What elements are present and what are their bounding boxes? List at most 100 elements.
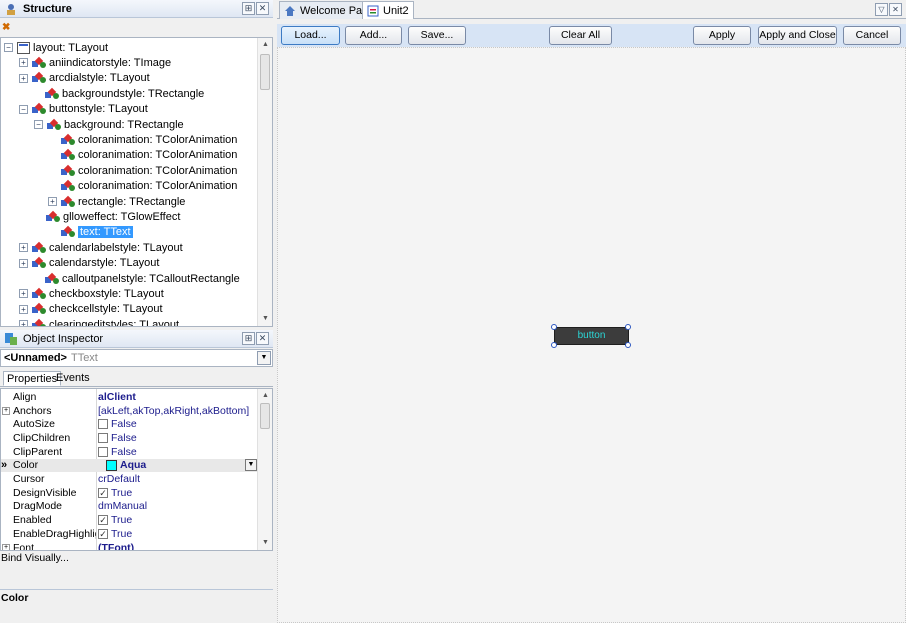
property-value[interactable]: False	[98, 432, 137, 444]
tree-item[interactable]: coloranimation: TColorAnimation	[48, 179, 237, 194]
object-selector[interactable]: <Unnamed> TText ▼	[0, 349, 273, 367]
tree-item[interactable]: backgroundstyle: TRectangle	[32, 86, 204, 101]
property-row[interactable]: EnableDragHighlight✓True	[1, 527, 258, 541]
tree-item[interactable]: coloranimation: TColorAnimation	[48, 163, 237, 178]
tree-item[interactable]: − background: TRectangle	[34, 117, 184, 132]
tree-item[interactable]: + calendarstyle: TLayout	[19, 256, 159, 271]
property-row[interactable]: AutoSize False	[1, 417, 258, 431]
clear-all-button[interactable]: Clear All	[549, 26, 612, 45]
expand-icon[interactable]: +	[19, 58, 28, 68]
property-row[interactable]: ClipParent False	[1, 445, 258, 459]
property-row[interactable]: » Color Aqua ▼	[1, 458, 258, 473]
load-button[interactable]: Load...	[281, 26, 340, 45]
property-value[interactable]: ✓ True	[98, 514, 132, 526]
property-value[interactable]: (TFont)	[98, 542, 134, 550]
pin-icon[interactable]: ⊞	[242, 2, 255, 15]
chevron-down-icon[interactable]: ▼	[257, 351, 271, 365]
tree-item[interactable]: + clearingeditstyles: TLayout	[19, 317, 179, 326]
property-row[interactable]: DesignVisible ✓ True	[1, 486, 258, 500]
tree-scrollbar[interactable]: ▲ ▼	[257, 38, 272, 326]
expand-icon[interactable]: +	[19, 243, 28, 253]
property-value[interactable]: Aqua	[98, 459, 146, 471]
tree-item[interactable]: + rectangle: TRectangle	[48, 194, 185, 209]
resize-handle-top-left[interactable]	[551, 324, 557, 330]
scroll-up-icon[interactable]: ▲	[258, 389, 272, 403]
scroll-up-icon[interactable]: ▲	[258, 38, 272, 52]
checkbox[interactable]	[98, 419, 108, 430]
property-row[interactable]: Cursor crDefault	[1, 472, 258, 486]
structure-tree[interactable]: − layout: TLayout + aniindicatorstyle: TIma…	[0, 37, 273, 327]
close-icon[interactable]: ✕	[256, 332, 269, 345]
tree-item[interactable]: text: TText	[48, 225, 133, 240]
property-value[interactable]: dmManual	[98, 500, 147, 512]
tree-item[interactable]: + aniindicatorstyle: TImage	[19, 55, 171, 70]
property-value[interactable]: alClient	[98, 391, 136, 403]
tree-item[interactable]: − layout: TLayout	[4, 40, 108, 55]
checkbox[interactable]	[98, 432, 108, 443]
property-row[interactable]: + Font (TFont)	[1, 541, 258, 550]
collapse-icon[interactable]: −	[19, 104, 28, 114]
expand-icon[interactable]: +	[2, 406, 10, 415]
add-button[interactable]: Add...	[345, 26, 402, 45]
grid-scrollbar[interactable]: ▲ ▼	[257, 389, 272, 550]
checkbox[interactable]	[98, 446, 108, 457]
tree-item[interactable]: − buttonstyle: TLayout	[19, 102, 148, 117]
property-row[interactable]: Align alClient	[1, 390, 258, 404]
property-row[interactable]: + Anchors [akLeft,akTop,akRight,akBottom]	[1, 404, 258, 418]
property-name: Enabled	[13, 514, 52, 527]
tree-item[interactable]: glloweffect: TGlowEffect	[33, 209, 180, 224]
scroll-thumb[interactable]	[260, 54, 270, 90]
design-canvas[interactable]: button	[277, 47, 906, 623]
preview-button[interactable]: button	[554, 327, 629, 345]
delete-component-icon[interactable]: ✖	[2, 22, 16, 34]
property-value[interactable]: crDefault	[98, 473, 140, 485]
property-value[interactable]: False	[98, 446, 137, 458]
expand-icon[interactable]: +	[19, 289, 28, 299]
expand-icon[interactable]: +	[19, 258, 28, 268]
collapse-icon[interactable]: −	[34, 120, 43, 129]
scroll-down-icon[interactable]: ▼	[258, 312, 272, 326]
apply-button[interactable]: Apply	[693, 26, 751, 45]
tab-events[interactable]: Events	[53, 371, 93, 386]
save-button[interactable]: Save...	[408, 26, 466, 45]
property-row[interactable]: ClipChildren False	[1, 431, 258, 445]
tree-item[interactable]: coloranimation: TColorAnimation	[48, 148, 237, 163]
property-value[interactable]: False	[98, 418, 137, 430]
checkbox[interactable]: ✓	[98, 487, 108, 498]
apply-and-close-button[interactable]: Apply and Close	[758, 26, 837, 45]
expand-icon[interactable]: +	[19, 304, 28, 314]
resize-handle-bottom-right[interactable]	[625, 342, 631, 348]
expand-icon[interactable]: +	[19, 73, 28, 83]
close-icon[interactable]: ✕	[256, 2, 269, 15]
collapse-icon[interactable]: −	[4, 43, 13, 52]
cancel-button[interactable]: Cancel	[843, 26, 901, 45]
property-row[interactable]: DragMode dmManual	[1, 500, 258, 514]
tree-item[interactable]: calloutpanelstyle: TCalloutRectangle	[32, 271, 240, 286]
scroll-down-icon[interactable]: ▼	[258, 536, 272, 550]
property-value[interactable]: ✓ True	[98, 528, 132, 540]
resize-handle-top-right[interactable]	[625, 324, 631, 330]
expand-icon[interactable]: +	[2, 543, 10, 550]
expand-icon[interactable]: +	[19, 320, 28, 326]
pin-icon[interactable]: ⊞	[242, 332, 255, 345]
tab-unit2[interactable]: Unit2	[362, 1, 414, 19]
ide-window: Structure ⊞ ✕ ✖ − layout: TLayout + aniindi…	[0, 0, 906, 623]
tree-item[interactable]: + checkboxstyle: TLayout	[19, 286, 164, 301]
tree-item[interactable]: + calendarlabelstyle: TLayout	[19, 240, 183, 255]
checkbox[interactable]: ✓	[98, 528, 108, 539]
property-value[interactable]: [akLeft,akTop,akRight,akBottom]	[98, 405, 249, 417]
tree-item[interactable]: + checkcellstyle: TLayout	[19, 302, 163, 317]
checkbox[interactable]: ✓	[98, 515, 108, 526]
scroll-thumb[interactable]	[260, 403, 270, 429]
chevron-down-icon[interactable]: ▼	[245, 459, 257, 472]
close-icon[interactable]: ✕	[889, 3, 902, 16]
bind-visually-link[interactable]: Bind Visually...	[0, 552, 273, 589]
property-row[interactable]: Enabled ✓ True	[1, 513, 258, 527]
tree-item[interactable]: + arcdialstyle: TLayout	[19, 71, 150, 86]
tab-list-icon[interactable]: ▽	[875, 3, 888, 16]
property-value-text: True	[111, 514, 133, 527]
tree-item[interactable]: coloranimation: TColorAnimation	[48, 132, 237, 147]
expand-icon[interactable]: +	[48, 197, 57, 206]
resize-handle-bottom-left[interactable]	[551, 342, 557, 348]
property-value[interactable]: ✓ True	[98, 487, 132, 499]
